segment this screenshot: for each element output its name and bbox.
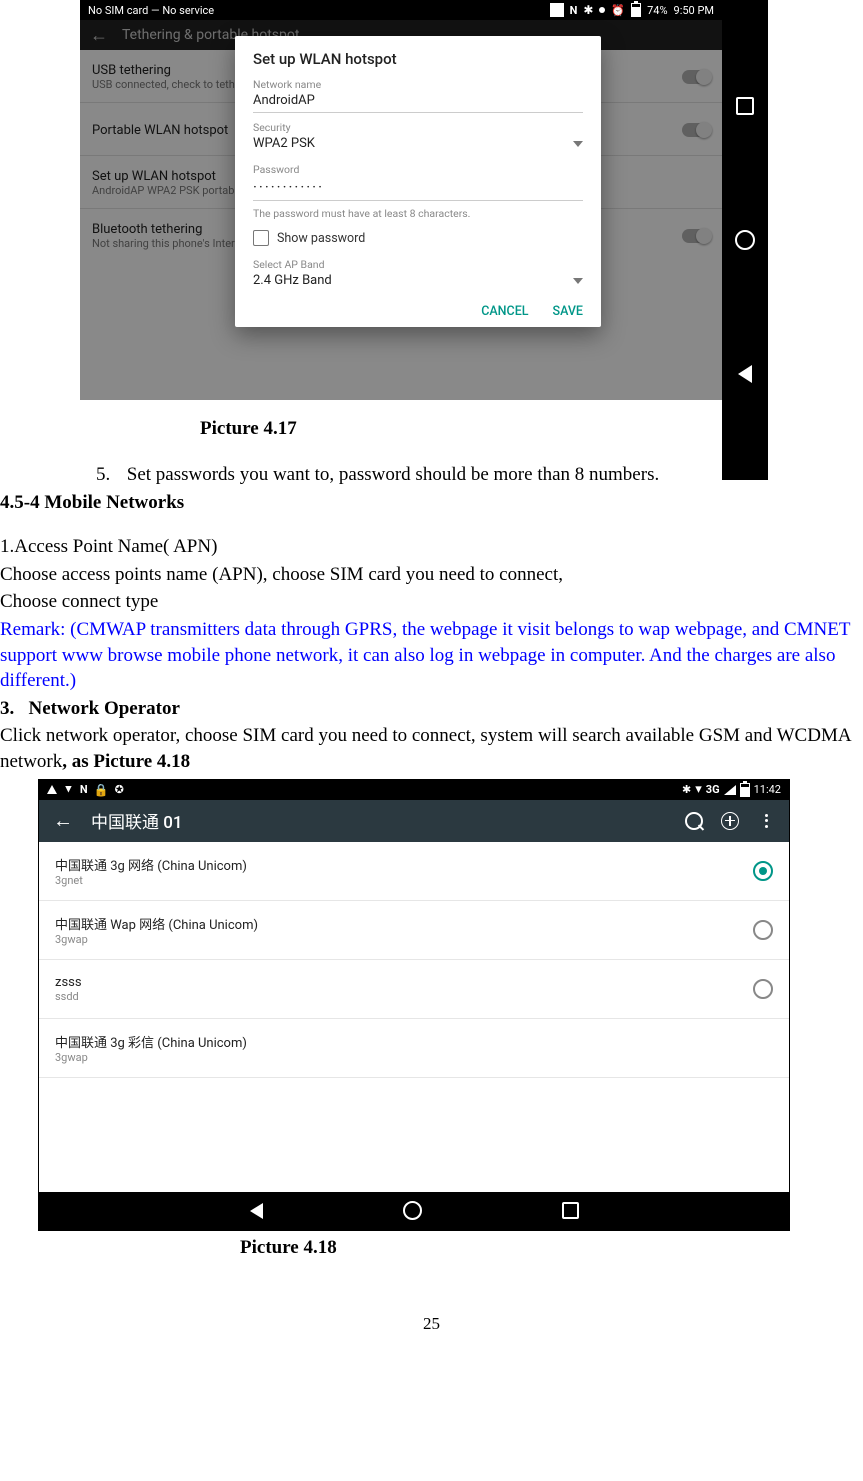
wifi-icon: ▾ [695,783,702,796]
notification-icon [550,3,564,17]
ap-band-value: 2.4 GHz Band [253,273,332,288]
network-name-label: Network name [253,78,583,91]
bluetooth-icon: ✱ [682,783,691,796]
add-icon[interactable] [721,812,739,830]
overflow-menu-icon[interactable] [757,812,775,830]
network-operator-paragraph: Click network operator, choose SIM card … [0,723,863,774]
app-toolbar: ← 中国联通 01 [39,800,789,842]
dialog-title: Set up WLAN hotspot [253,50,583,68]
chevron-down-icon [573,278,583,284]
password-label: Password [253,163,583,176]
apn-line1: Choose access points name (APN), choose … [0,562,863,588]
chevron-down-icon [573,141,583,147]
ap-band-dropdown[interactable]: 2.4 GHz Band [253,271,583,292]
apn-item-mms[interactable]: 中国联通 3g 彩信 (China Unicom) 3gwap [39,1019,789,1078]
bluetooth-icon: ✱ [583,3,593,17]
figure-caption-417: Picture 4.17 [200,418,400,440]
apn-subtitle: 3gwap [55,1051,247,1064]
battery-icon [740,783,750,797]
dnd-icon [599,7,605,13]
network-type: 3G [706,783,720,796]
system-nav-bar [39,1192,789,1230]
apn-item-3gwap[interactable]: 中国联通 Wap 网络 (China Unicom) 3gwap [39,901,789,960]
battery-percent: 74% [647,4,667,17]
apn-item-zsss[interactable]: zsss ssdd [39,960,789,1019]
checkbox-icon[interactable] [253,230,269,246]
step-number: 5. [96,464,122,486]
password-input[interactable]: ············ [253,176,583,201]
home-icon[interactable] [735,230,755,250]
n-icon: N [570,4,578,17]
security-value: WPA2 PSK [253,136,315,151]
password-value: ············ [253,178,324,196]
alarm-icon: ⏰ [611,4,625,17]
figure-caption-418: Picture 4.18 [240,1237,863,1259]
netop-number: 3. [0,698,14,719]
figure-4-17: No SIM card — No service N ✱ ⏰ 74% 9:50 … [80,0,768,400]
apn-title: 中国联通 3g 彩信 (China Unicom) [55,1032,247,1051]
figure-4-18: ▲ N 🔒 ✪ ✱ ▾ 3G 11:42 ← 中国联通 01 [38,779,790,1231]
radio-selected-icon[interactable] [753,861,773,881]
apn-item-3gnet[interactable]: 中国联通 3g 网络 (China Unicom) 3gnet [39,842,789,901]
back-nav-icon[interactable] [250,1203,263,1219]
cancel-button[interactable]: CANCEL [481,304,528,319]
apn-subtitle: 3gwap [55,933,258,946]
show-password-row[interactable]: Show password [253,230,583,246]
apn-line2: Choose connect type [0,589,863,615]
n-icon: N [80,783,88,796]
apn-title: 中国联通 3g 网络 (China Unicom) [55,855,247,874]
step-5-text: Set passwords you want to, password shou… [127,464,659,485]
sim-status-text: No SIM card — No service [88,4,214,17]
security-label: Security [253,121,583,134]
netop-title: Network Operator [29,698,180,719]
debug-icon [47,785,57,794]
ap-band-label: Select AP Band [253,258,583,271]
apn-subtitle: 3gnet [55,874,247,887]
security-dropdown[interactable]: WPA2 PSK [253,134,583,155]
section-454-heading: 4.5-4 Mobile Networks [0,492,863,514]
signal-icon [724,785,736,795]
show-password-label: Show password [277,231,365,246]
status-bar: ▲ N 🔒 ✪ ✱ ▾ 3G 11:42 [39,780,789,800]
network-name-value: AndroidAP [253,93,315,108]
home-icon[interactable] [403,1201,422,1220]
lock-icon: 🔒 [94,783,109,797]
hotspot-dialog: Set up WLAN hotspot Network name Android… [235,36,601,327]
save-button[interactable]: SAVE [553,304,583,319]
radio-unselected-icon[interactable] [753,920,773,940]
netop-ref: , as Picture 4.18 [62,751,190,772]
recent-apps-icon[interactable] [736,97,754,115]
apn-list: 中国联通 3g 网络 (China Unicom) 3gnet 中国联通 Wap… [39,842,789,1078]
back-icon[interactable]: ← [53,808,73,833]
page-number: 25 [0,1314,863,1334]
apn-title: 中国联通 Wap 网络 (China Unicom) [55,914,258,933]
clock-text: 9:50 PM [674,4,714,17]
toolbar-title: 中国联通 01 [91,808,183,833]
battery-icon [631,3,641,17]
warning-icon: ▲ [63,783,74,796]
back-nav-icon[interactable] [738,365,752,383]
apn-title: zsss [55,975,82,990]
search-icon[interactable] [685,812,703,830]
status-bar: No SIM card — No service N ✱ ⏰ 74% 9:50 … [80,0,722,20]
network-operator-heading: 3. Network Operator [0,696,863,722]
remark-text: Remark: (CMWAP transmitters data through… [0,617,863,694]
clock-text: 11:42 [754,783,781,796]
fig1-screen: No SIM card — No service N ✱ ⏰ 74% 9:50 … [80,0,722,400]
apn-heading: 1.Access Point Name( APN) [0,534,863,560]
network-name-input[interactable]: AndroidAP [253,91,583,113]
apn-subtitle: ssdd [55,990,82,1003]
recent-apps-icon[interactable] [562,1202,579,1219]
password-hint: The password must have at least 8 charac… [253,207,583,220]
key-icon: ✪ [115,783,124,796]
system-nav-bar [722,0,768,480]
radio-unselected-icon[interactable] [753,979,773,999]
